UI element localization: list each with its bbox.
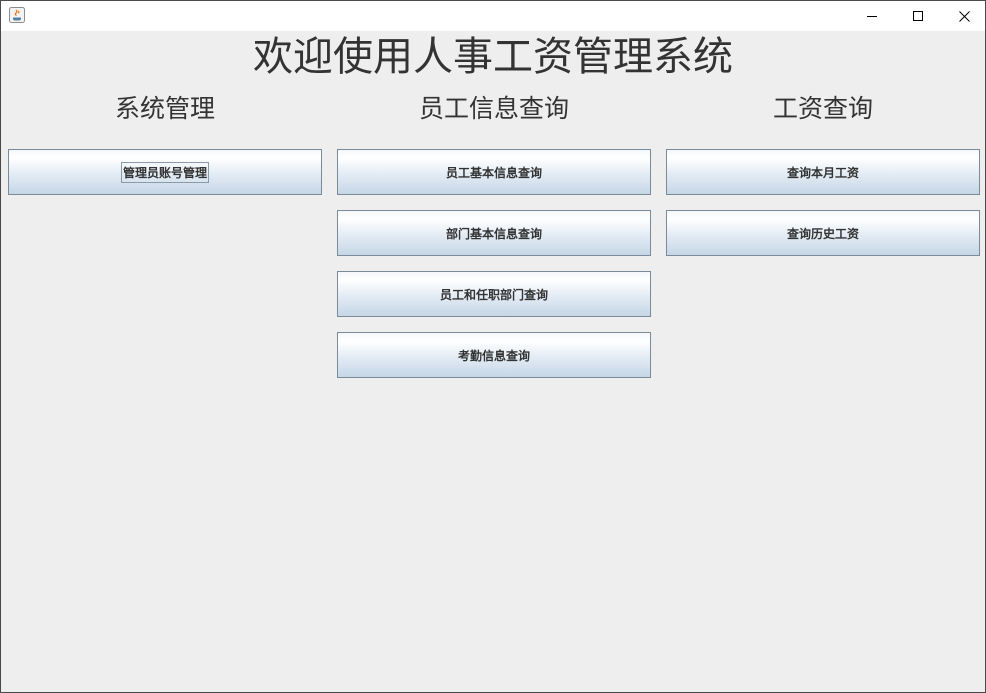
current-month-salary-button-label: 查询本月工资 — [786, 165, 859, 180]
department-basic-info-button-label: 部门基本信息查询 — [445, 226, 542, 241]
heading-employee-info-query: 员工信息查询 — [418, 94, 569, 123]
maximize-button[interactable] — [895, 1, 941, 31]
employee-department-button-label: 员工和任职部门查询 — [439, 287, 548, 302]
heading-system-management: 系统管理 — [114, 94, 215, 123]
minimize-button[interactable] — [849, 1, 895, 31]
employee-basic-info-button[interactable]: 员工基本信息查询 — [337, 149, 651, 195]
java-icon[interactable] — [9, 7, 25, 23]
history-salary-button-label: 查询历史工资 — [786, 226, 859, 241]
heading-salary-query: 工资查询 — [772, 94, 873, 123]
maximize-icon — [913, 11, 923, 21]
attendance-info-button-label: 考勤信息查询 — [457, 348, 530, 363]
title-bar[interactable] — [1, 1, 985, 31]
admin-account-button[interactable]: 管理员账号管理 — [8, 149, 322, 195]
history-salary-button[interactable]: 查询历史工资 — [666, 210, 980, 256]
close-button[interactable] — [941, 1, 985, 31]
attendance-info-button[interactable]: 考勤信息查询 — [337, 332, 651, 378]
close-icon — [958, 10, 970, 22]
minimize-icon — [867, 16, 877, 17]
employee-basic-info-button-label: 员工基本信息查询 — [445, 165, 542, 180]
admin-account-button-label: 管理员账号管理 — [120, 161, 209, 183]
app-window: 欢迎使用人事工资管理系统 系统管理 管理员账号管理 员工信息查询 员工基本信息查… — [0, 0, 986, 693]
page-title: 欢迎使用人事工资管理系统 — [253, 34, 733, 80]
employee-department-button[interactable]: 员工和任职部门查询 — [337, 271, 651, 317]
department-basic-info-button[interactable]: 部门基本信息查询 — [337, 210, 651, 256]
current-month-salary-button[interactable]: 查询本月工资 — [666, 149, 980, 195]
